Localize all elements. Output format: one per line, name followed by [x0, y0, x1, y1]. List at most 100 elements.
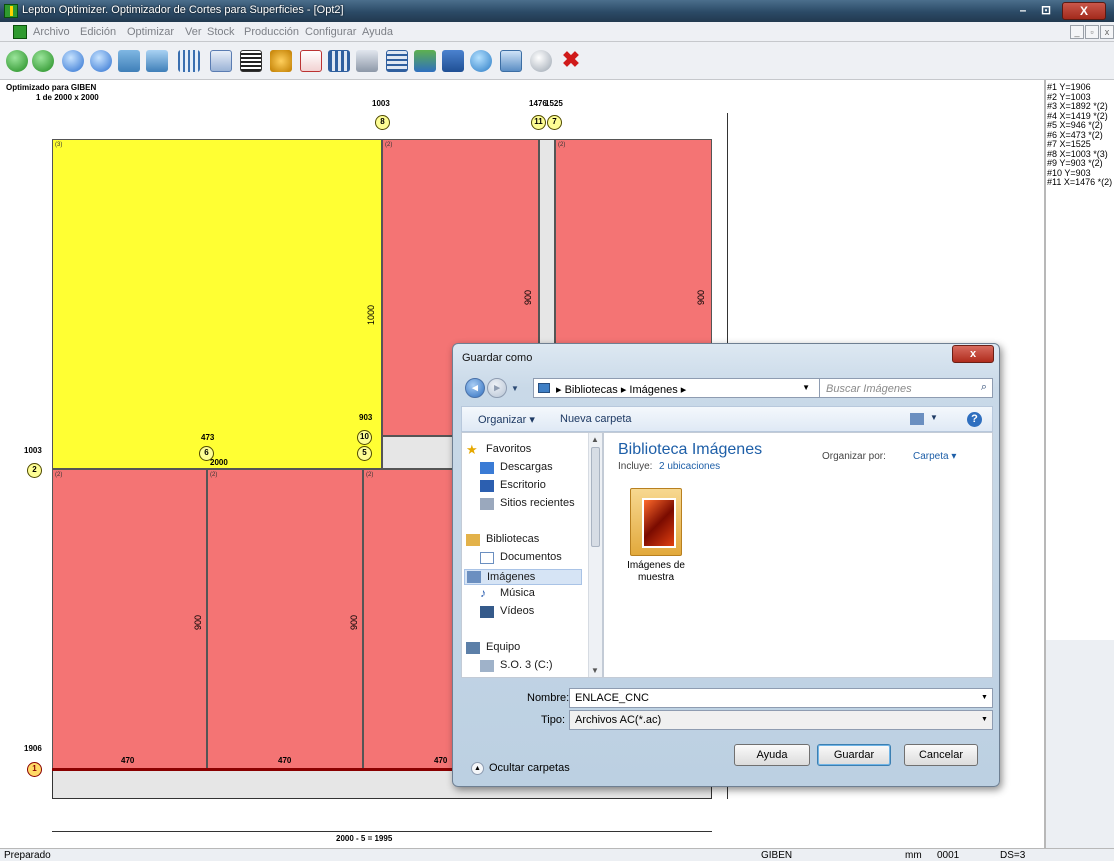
document-icon [13, 25, 27, 39]
piece-red[interactable]: (2) [52, 469, 207, 769]
layout-icon[interactable] [328, 50, 350, 72]
table-icon[interactable] [386, 50, 408, 72]
menu-edicion[interactable]: Edición [80, 26, 116, 38]
status-unit: mm [905, 850, 922, 861]
type-select[interactable]: Archivos AC(*.ac) [569, 710, 993, 730]
marker-2[interactable]: 2 [27, 463, 42, 478]
marker-10[interactable]: 10 [357, 430, 372, 445]
menu-produccion[interactable]: Producción [244, 26, 299, 38]
grid-icon[interactable] [178, 50, 200, 72]
mdi-close-button[interactable]: x [1100, 25, 1114, 39]
people-icon[interactable] [270, 50, 292, 72]
zoom-out-icon[interactable] [90, 50, 112, 72]
menu-bar: Archivo Edición Optimizar Ver Stock Prod… [0, 22, 1114, 42]
zoom-in-icon[interactable] [62, 50, 84, 72]
collapse-icon[interactable]: ▲ [471, 762, 484, 775]
width-measure-line [52, 831, 712, 832]
address-path: ▸ Bibliotecas ▸ Imágenes ▸ [556, 384, 687, 396]
cancel-button[interactable]: Cancelar [904, 744, 978, 766]
dialog-title: Guardar como [462, 352, 533, 364]
filename-dropdown-icon[interactable]: ▼ [981, 694, 988, 701]
piece-tag: (3) [55, 142, 63, 148]
organize-menu[interactable]: Organizar ▾ [478, 413, 535, 426]
disc-icon[interactable] [530, 50, 552, 72]
menu-ayuda[interactable]: Ayuda [362, 26, 393, 38]
computer-icon [466, 642, 480, 654]
library-locations-link[interactable]: 2 ubicaciones [659, 461, 720, 472]
marker-8[interactable]: 8 [375, 115, 390, 130]
label-2000: 2000 [210, 458, 228, 467]
scroll-thumb[interactable] [591, 447, 600, 547]
mdi-restore-button[interactable]: ▫ [1085, 25, 1099, 39]
menu-archivo[interactable]: Archivo [33, 26, 70, 38]
address-field[interactable]: ▸ Bibliotecas ▸ Imágenes ▸ ▼ ↻ [533, 378, 833, 398]
forward-icon[interactable]: ▸ [487, 378, 507, 398]
arrange-by-label: Organizar por: [822, 451, 886, 462]
recent-icon [480, 498, 494, 510]
menu-stock[interactable]: Stock [207, 26, 235, 38]
view-icon[interactable] [910, 413, 924, 425]
piece-yellow[interactable]: (3) [52, 139, 382, 469]
app-icon [4, 4, 18, 18]
libraries-icon [466, 534, 480, 546]
forward-icon[interactable] [32, 50, 54, 72]
maximize-button[interactable]: ⊡ [1034, 2, 1058, 20]
nav-imagenes[interactable]: Imágenes [464, 569, 582, 585]
drive-icon [480, 660, 494, 672]
marker-11[interactable]: 11 [531, 115, 546, 130]
mdi-minimize-button[interactable]: _ [1070, 25, 1084, 39]
folder-icon [538, 383, 550, 393]
piece-tag: (2) [55, 472, 63, 478]
search-field[interactable]: Buscar Imágenes ⌕ [819, 378, 993, 398]
pdf-icon[interactable] [300, 50, 322, 72]
close-red-icon[interactable]: ✖ [560, 49, 582, 72]
menu-optimizar[interactable]: Optimizar [127, 26, 174, 38]
nav-scrollbar[interactable]: ▲ ▼ [588, 433, 602, 677]
menu-ver[interactable]: Ver [185, 26, 202, 38]
print-icon[interactable] [356, 50, 378, 72]
help-icon[interactable]: ? [967, 412, 982, 427]
marker-7[interactable]: 7 [547, 115, 562, 130]
dim-label-900: 900 [523, 289, 533, 305]
marker-1[interactable]: 1 [27, 762, 42, 777]
help-button[interactable]: Ayuda [734, 744, 810, 766]
close-window-button[interactable]: X [1062, 2, 1106, 20]
dialog-close-button[interactable]: x [952, 345, 994, 363]
piece-tag: (2) [366, 472, 374, 478]
rotate-icon[interactable] [118, 50, 140, 72]
back-icon[interactable]: ◂ [465, 378, 485, 398]
address-dropdown-icon[interactable]: ▼ [802, 383, 810, 392]
hide-folders-button[interactable]: Ocultar carpetas [489, 762, 570, 774]
folder-imagenes-muestra[interactable]: Imágenes de muestra [622, 488, 690, 583]
arrange-by-dropdown[interactable]: Carpeta ▾ [913, 451, 956, 462]
marker-5[interactable]: 5 [357, 446, 372, 461]
header-line-1: Optimizado para GIBEN [6, 83, 97, 92]
minimize-button[interactable]: – [1012, 2, 1034, 20]
dim-label-900: 900 [349, 614, 359, 630]
filename-input[interactable]: ENLACE_CNC [569, 688, 993, 708]
bottom-dim-470: 470 [121, 756, 135, 765]
calculator-icon[interactable] [500, 50, 522, 72]
panel-icon[interactable] [210, 50, 232, 72]
piece-red[interactable]: (2) [207, 469, 363, 769]
save-icon[interactable] [442, 50, 464, 72]
bottom-dim-470: 470 [278, 756, 292, 765]
scroll-up-icon[interactable]: ▲ [591, 435, 599, 444]
scroll-down-icon[interactable]: ▼ [591, 666, 599, 675]
export-icon[interactable] [414, 50, 436, 72]
edit-icon[interactable] [146, 50, 168, 72]
back-icon[interactable] [6, 50, 28, 72]
barcode-icon[interactable] [240, 50, 262, 72]
search-icon[interactable]: ⌕ [981, 381, 987, 394]
save-button[interactable]: Guardar [817, 744, 891, 766]
type-dropdown-icon[interactable]: ▼ [981, 716, 988, 723]
star-icon: ★ [466, 442, 478, 457]
top-label-1003: 1003 [372, 99, 390, 108]
type-label: Tipo: [541, 714, 566, 726]
status-machine: GIBEN [761, 850, 793, 861]
new-folder-button[interactable]: Nueva carpeta [560, 413, 632, 425]
menu-configurar[interactable]: Configurar [305, 26, 356, 38]
history-dropdown-icon[interactable]: ▼ [511, 384, 519, 393]
refresh-icon[interactable] [470, 50, 492, 72]
view-dropdown-icon[interactable]: ▼ [930, 413, 938, 422]
